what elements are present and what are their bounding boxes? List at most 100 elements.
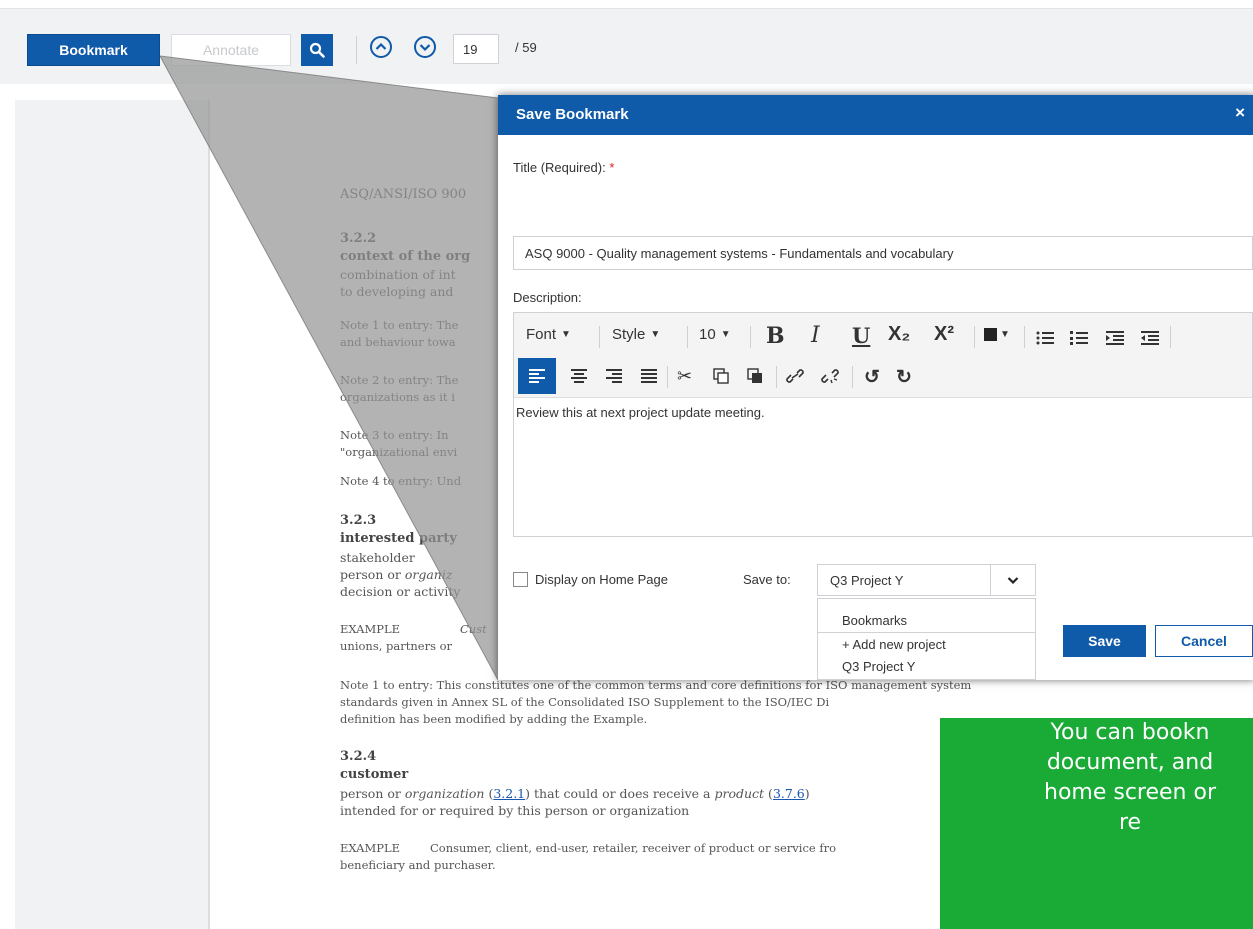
paragraph-line: stakeholder bbox=[340, 550, 415, 565]
caret-down-icon: ▼ bbox=[720, 329, 731, 340]
display-on-home-label: Display on Home Page bbox=[535, 572, 668, 587]
bulleted-list-button[interactable] bbox=[1036, 330, 1054, 346]
text-color-button[interactable]: ▼ bbox=[984, 328, 1010, 341]
align-right-button[interactable] bbox=[606, 369, 622, 383]
required-mark: * bbox=[609, 160, 615, 175]
example-label: EXAMPLE bbox=[340, 841, 401, 855]
italic-term: organization bbox=[404, 786, 485, 801]
example-text: Consumer, client, end-user, retailer, re… bbox=[430, 841, 837, 855]
bookmark-button[interactable]: Bookmark bbox=[27, 34, 160, 66]
indent-button[interactable] bbox=[1106, 330, 1124, 346]
note-line: and behaviour towa bbox=[340, 335, 456, 349]
section-number: 3.2.4 bbox=[340, 749, 377, 764]
toolbar-separator bbox=[974, 326, 975, 348]
outdent-icon bbox=[1141, 331, 1159, 345]
font-size-label: 10 bbox=[699, 326, 716, 343]
text-run: person or bbox=[340, 786, 405, 801]
note-line: Note 2 to entry: The bbox=[340, 373, 459, 387]
font-dropdown[interactable]: Font ▼ bbox=[526, 326, 571, 343]
toolbar-separator bbox=[1024, 326, 1025, 348]
save-button[interactable]: Save bbox=[1063, 625, 1146, 657]
cut-button[interactable]: ✂ bbox=[677, 366, 692, 387]
toolbar-separator bbox=[599, 326, 600, 348]
copy-icon bbox=[713, 368, 729, 384]
bulleted-list-icon bbox=[1036, 331, 1054, 345]
section-term: customer bbox=[340, 767, 409, 782]
rich-text-editor[interactable]: Font ▼ Style ▼ 10 ▼ B I U X₂ X² ▼ ✂ ↺ ↻ … bbox=[513, 312, 1253, 537]
title-label: Title (Required): * bbox=[513, 160, 614, 175]
note-line: organizations as it i bbox=[340, 390, 455, 404]
previous-page-button[interactable] bbox=[370, 36, 392, 58]
numbered-list-button[interactable] bbox=[1070, 330, 1088, 346]
close-icon[interactable]: × bbox=[1235, 103, 1245, 123]
editor-content[interactable]: Review this at next project update meeti… bbox=[516, 405, 765, 420]
subscript-button[interactable]: X₂ bbox=[888, 323, 910, 346]
example-label: EXAMPLE bbox=[340, 622, 401, 636]
section-term: interested party bbox=[340, 531, 457, 546]
title-input[interactable]: ASQ 9000 - Quality management systems - … bbox=[513, 236, 1253, 270]
search-button[interactable] bbox=[301, 34, 333, 66]
outdent-button[interactable] bbox=[1141, 330, 1159, 346]
italic-button[interactable]: I bbox=[811, 323, 820, 348]
link-button[interactable] bbox=[786, 368, 804, 384]
editor-toolbar: Font ▼ Style ▼ 10 ▼ B I U X₂ X² ▼ ✂ ↺ ↻ bbox=[514, 313, 1252, 398]
align-center-button[interactable] bbox=[571, 369, 587, 383]
text-run: ( bbox=[764, 786, 773, 801]
section-number: 3.2.3 bbox=[340, 513, 377, 528]
callout-line: home screen or bbox=[1044, 780, 1216, 805]
reference-link[interactable]: 3.7.6 bbox=[773, 786, 805, 801]
caret-down-icon: ▼ bbox=[561, 329, 571, 340]
section-term: context of the org bbox=[340, 249, 471, 264]
annotate-button[interactable]: Annotate bbox=[171, 34, 291, 66]
toolbar-divider bbox=[356, 36, 357, 64]
align-left-icon bbox=[529, 369, 545, 383]
unlink-button[interactable] bbox=[821, 368, 839, 384]
callout-text: You can bookn document, and home screen … bbox=[940, 718, 1253, 838]
example-line: beneficiary and purchaser. bbox=[340, 858, 496, 872]
search-icon bbox=[309, 42, 325, 58]
caret-down-icon: ▼ bbox=[650, 329, 661, 340]
text-run: ) bbox=[804, 786, 810, 801]
document-header: ASQ/ANSI/ISO 900 bbox=[340, 187, 467, 202]
note-line: definition has been modified by adding t… bbox=[340, 712, 648, 726]
dialog-title: Save Bookmark bbox=[516, 106, 629, 123]
save-bookmark-dialog: Save Bookmark × Title (Required): * ASQ … bbox=[498, 95, 1253, 680]
callout-line: You can bookn bbox=[1050, 720, 1210, 745]
justify-button[interactable] bbox=[641, 369, 657, 383]
save-to-select[interactable]: Q3 Project Y bbox=[817, 564, 1036, 596]
next-page-button[interactable] bbox=[414, 36, 436, 58]
underline-button[interactable]: U bbox=[852, 323, 870, 348]
bold-button[interactable]: B bbox=[766, 323, 785, 349]
copy-button[interactable] bbox=[713, 368, 729, 384]
style-dropdown-label: Style bbox=[612, 326, 646, 343]
example-text: Cust bbox=[460, 622, 487, 636]
description-label: Description: bbox=[513, 290, 582, 305]
style-dropdown[interactable]: Style ▼ bbox=[612, 326, 660, 343]
text-run: person or bbox=[340, 567, 405, 582]
chevron-up-icon bbox=[375, 42, 387, 50]
toolbar-separator bbox=[750, 326, 751, 348]
cancel-button[interactable]: Cancel bbox=[1155, 625, 1253, 657]
undo-button[interactable]: ↺ bbox=[864, 366, 880, 389]
indent-icon bbox=[1106, 331, 1124, 345]
dropdown-option[interactable]: Q3 Project Y bbox=[818, 655, 1035, 678]
reference-link[interactable]: 3.2.1 bbox=[493, 786, 525, 801]
toolbar-separator bbox=[852, 366, 853, 388]
chevron-down-icon[interactable] bbox=[990, 565, 1035, 595]
paragraph-line: to developing and bbox=[340, 284, 454, 299]
display-on-home-checkbox[interactable] bbox=[513, 572, 528, 587]
dropdown-option[interactable]: + Add new project bbox=[818, 632, 1035, 655]
save-to-label: Save to: bbox=[743, 572, 791, 587]
note-line: "organizational envi bbox=[340, 445, 458, 459]
align-right-icon bbox=[606, 369, 622, 383]
align-left-button[interactable] bbox=[518, 358, 556, 394]
paragraph-line: person or organiz bbox=[340, 566, 452, 583]
superscript-button[interactable]: X² bbox=[934, 323, 954, 346]
paste-button[interactable] bbox=[747, 368, 763, 384]
dropdown-option[interactable]: Bookmarks bbox=[818, 609, 1035, 632]
page-number-input[interactable]: 19 bbox=[453, 34, 499, 64]
redo-button[interactable]: ↻ bbox=[896, 366, 912, 389]
page-total: / 59 bbox=[515, 40, 537, 55]
toolbar-separator bbox=[687, 326, 688, 348]
font-size-dropdown[interactable]: 10 ▼ bbox=[699, 326, 731, 343]
